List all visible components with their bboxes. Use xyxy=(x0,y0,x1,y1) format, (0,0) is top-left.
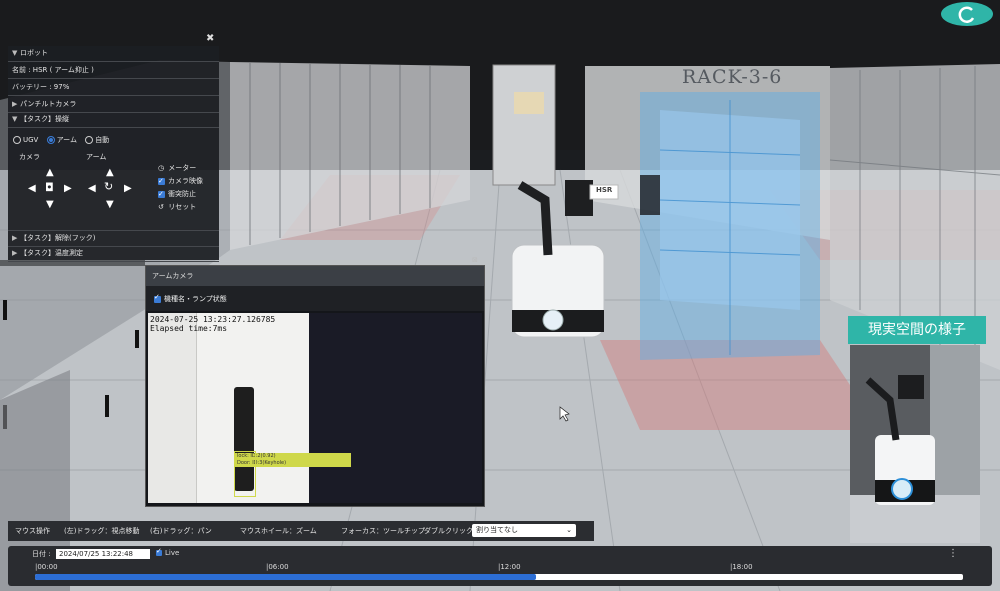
camera-control-label: カメラ xyxy=(19,153,40,161)
right-drag-hint: (右)ドラッグ：パン xyxy=(150,527,212,535)
mode-radio-arm[interactable]: アーム xyxy=(46,136,77,144)
back-rack-panel xyxy=(514,92,544,114)
arm-camera-window: アームカメラ 機種名・ランプ状態 2024-07-25 13:23:27.126… xyxy=(145,265,485,507)
battery-row: バッテリー : 97% xyxy=(8,80,219,96)
tick-label: |12:00 xyxy=(498,563,521,571)
camera-up-arrow-icon[interactable]: ▲ xyxy=(46,168,54,178)
chevron-down-icon: ⌄ xyxy=(566,526,572,534)
camera-left-arrow-icon[interactable]: ◀ xyxy=(28,184,36,194)
highlighted-rack xyxy=(640,92,820,360)
live-toggle[interactable]: Live xyxy=(156,547,179,557)
camera-capture-icon[interactable]: ◘ xyxy=(45,182,54,193)
date-label: 日付 : xyxy=(32,550,51,558)
app-logo xyxy=(941,2,993,26)
clock-icon: ◷ xyxy=(158,164,165,172)
camera-overlay-text: 2024-07-25 13:23:27.126785 Elapsed time:… xyxy=(150,315,275,333)
camera-frame-dark xyxy=(309,313,482,503)
detection-box xyxy=(234,451,256,497)
collapse-triangle-icon: ▼ xyxy=(12,49,18,57)
arm-up-arrow-icon[interactable]: ▲ xyxy=(106,168,114,178)
arm-camera-feed: 2024-07-25 13:23:27.126785 Elapsed time:… xyxy=(146,311,484,506)
rack-label: RACK-3-6 xyxy=(682,66,783,88)
camera-elapsed: Elapsed time:7ms xyxy=(150,324,228,333)
timeline-progress xyxy=(35,574,537,580)
hsr-label: HSR xyxy=(596,186,613,194)
left-drag-hint: (左)ドラッグ：視点移動 xyxy=(64,527,140,535)
option-list: ◷ メーター カメラ映像 衝突防止 ↺ リセット xyxy=(158,162,203,214)
mode-radio-group: UGV アーム 自動 xyxy=(13,135,109,145)
task-hook-header[interactable]: ▶ 【タスク】解除(フック) xyxy=(8,230,219,247)
camera-window-close-icon[interactable]: ⊠ xyxy=(472,256,478,264)
arm-left-arrow-icon[interactable]: ◀ xyxy=(88,184,96,194)
robot-control-panel: ▼ ロボット 名前 : HSR ( アーム抑止 ) バッテリー : 97% ▶ パン… xyxy=(8,46,219,262)
pantilt-header-label: パンチルトカメラ xyxy=(20,100,77,108)
timeline-panel: 日付 : 2024/07/25 13:22:48 Live ⋮ |00:00 |… xyxy=(8,546,992,586)
more-options-icon[interactable]: ⋮ xyxy=(948,548,958,559)
expand-triangle-icon: ▶ xyxy=(12,249,18,257)
live-checkbox-icon[interactable] xyxy=(156,547,162,556)
mouse-operation-bar: マウス操作 (左)ドラッグ：視点移動 (右)ドラッグ：パン マウスホイール：ズー… xyxy=(8,521,594,541)
checkbox-icon[interactable] xyxy=(158,188,165,201)
focus-hint: フォーカス：ツールチップ xyxy=(341,527,425,535)
expand-triangle-icon: ▶ xyxy=(12,100,18,108)
back-rack xyxy=(492,64,556,186)
tick-label: |06:00 xyxy=(266,563,289,571)
checkbox-icon[interactable] xyxy=(158,175,165,188)
reality-view-label: 現実空間の様子 xyxy=(848,316,986,344)
task-operation-header[interactable]: ▼ 【タスク】操縦 xyxy=(8,112,219,128)
arm-right-arrow-icon[interactable]: ▶ xyxy=(124,184,132,194)
mouse-op-label: マウス操作 xyxy=(15,527,50,535)
reality-view-feed xyxy=(850,345,980,543)
collapse-triangle-icon: ▼ xyxy=(12,115,18,123)
camera-down-arrow-icon[interactable]: ▼ xyxy=(46,200,54,210)
camera-dpad: ▲ ▼ ◀ ▶ ◘ xyxy=(28,166,74,212)
expand-triangle-icon: ▶ xyxy=(12,234,18,242)
camera-image-option[interactable]: カメラ映像 xyxy=(158,175,203,188)
tick-label: |18:00 xyxy=(730,563,753,571)
meter-option[interactable]: ◷ メーター xyxy=(158,162,203,175)
camera-timestamp: 2024-07-25 13:23:27.126785 xyxy=(150,315,276,324)
camera-right-arrow-icon[interactable]: ▶ xyxy=(64,184,72,194)
double-click-select-value: 割り当てなし xyxy=(476,526,518,534)
reset-option[interactable]: ↺ リセット xyxy=(158,201,203,214)
mode-radio-auto[interactable]: 自動 xyxy=(85,136,109,144)
task-operation-label: 【タスク】操縦 xyxy=(20,115,69,123)
date-input[interactable]: 2024/07/25 13:22:48 xyxy=(56,549,150,559)
wheel-hint: マウスホイール：ズーム xyxy=(240,527,317,535)
panel-close-icon[interactable]: ✖ xyxy=(206,33,214,44)
pantilt-camera-header[interactable]: ▶ パンチルトカメラ xyxy=(8,97,219,113)
task-temp-header[interactable]: ▶ 【タスク】温度測定 xyxy=(8,246,219,262)
model-lamp-option[interactable]: 機種名・ランプ状態 xyxy=(154,293,227,304)
checkbox-icon[interactable] xyxy=(154,293,161,303)
timeline-track[interactable] xyxy=(35,574,963,580)
robot-header-label: ロボット xyxy=(20,49,48,57)
double-click-select[interactable]: 割り当てなし ⌄ xyxy=(472,524,576,537)
robot-name-row: 名前 : HSR ( アーム抑止 ) xyxy=(8,63,219,79)
collision-option[interactable]: 衝突防止 xyxy=(158,188,203,201)
tick-label: |00:00 xyxy=(35,563,58,571)
arm-dpad: ▲ ▼ ◀ ▶ ↻ xyxy=(88,166,134,212)
arm-down-arrow-icon[interactable]: ▼ xyxy=(106,200,114,210)
reset-icon: ↺ xyxy=(158,203,164,211)
arm-camera-title[interactable]: アームカメラ xyxy=(146,266,484,286)
robot-section-header[interactable]: ▼ ロボット xyxy=(8,46,219,62)
mode-radio-ugv[interactable]: UGV xyxy=(13,136,38,144)
arm-control-label: アーム xyxy=(86,153,107,161)
arm-rotate-icon[interactable]: ↻ xyxy=(104,181,113,192)
double-click-label: ダブルクリック : xyxy=(424,527,478,535)
